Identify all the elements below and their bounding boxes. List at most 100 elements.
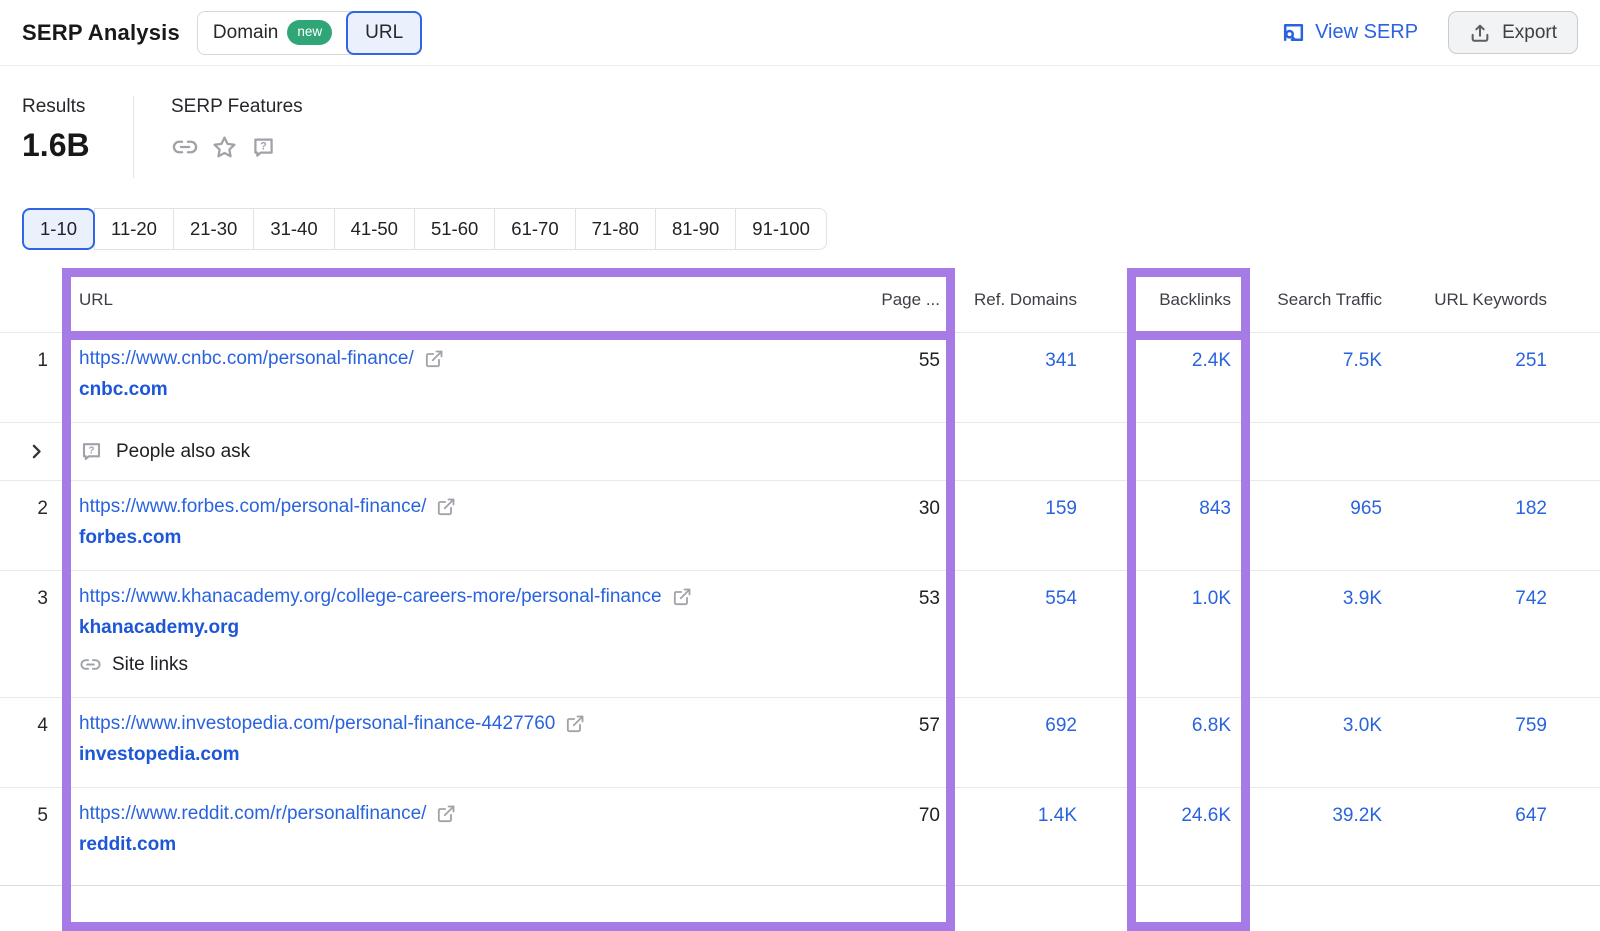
pagination-51-60[interactable]: 51-60 [414,208,495,250]
pagination-41-50[interactable]: 41-50 [334,208,415,250]
search-traffic-value[interactable]: 7.5K [1250,333,1382,422]
domain-toggle-label: Domain [213,22,278,44]
pagination-81-90[interactable]: 81-90 [655,208,736,250]
url-toggle-label: URL [365,22,403,44]
external-link-icon[interactable] [565,714,585,734]
view-serp-link[interactable]: View SERP [1281,20,1418,45]
ref-domains-value[interactable]: 554 [955,571,1077,697]
serp-analysis-page: SERP Analysis Domain new URL View SERP [0,0,1600,894]
result-url-link[interactable]: https://www.reddit.com/r/personalfinance… [79,803,426,825]
table-row: 5 https://www.reddit.com/r/personalfinan… [0,787,1600,886]
url-keywords-value[interactable]: 759 [1382,698,1547,787]
domain-url-toggle: Domain new URL [197,11,422,55]
result-domain-link[interactable]: forbes.com [79,527,181,549]
result-domain-link[interactable]: cnbc.com [79,379,168,401]
people-also-ask-icon: ? [250,134,277,161]
summary-divider [133,96,134,178]
people-also-ask-icon: ? [79,439,104,464]
rank-number: 1 [0,333,62,422]
export-button[interactable]: Export [1448,11,1578,54]
column-header-ref-domains[interactable]: Ref. Domains [955,290,1077,310]
column-header-search-traffic[interactable]: Search Traffic [1250,290,1382,310]
url-keywords-value[interactable]: 182 [1382,481,1547,570]
external-link-icon[interactable] [424,349,444,369]
table-row: 3 https://www.khanacademy.org/college-ca… [0,570,1600,697]
svg-text:?: ? [260,140,267,152]
result-domain-link[interactable]: investopedia.com [79,744,240,766]
ref-domains-value[interactable]: 1.4K [955,788,1077,885]
new-badge: new [287,20,332,45]
rank-number: 3 [0,571,62,697]
external-link-icon[interactable] [672,587,692,607]
summary-section: Results 1.6B SERP Features ? [0,66,1600,208]
result-url-link[interactable]: https://www.cnbc.com/personal-finance/ [79,348,414,370]
url-toggle-button[interactable]: URL [346,11,422,55]
result-url-link[interactable]: https://www.investopedia.com/personal-fi… [79,713,555,735]
svg-text:?: ? [88,445,94,456]
backlinks-value[interactable]: 6.8K [1077,698,1250,787]
rank-number: 4 [0,698,62,787]
pagination-31-40[interactable]: 31-40 [253,208,334,250]
column-header-url[interactable]: URL [62,290,770,310]
page-title: SERP Analysis [22,20,180,46]
view-serp-label: View SERP [1315,21,1418,44]
page-value: 57 [770,698,955,787]
ref-domains-value[interactable]: 159 [955,481,1077,570]
page-value: 55 [770,333,955,422]
pagination-91-100[interactable]: 91-100 [735,208,827,250]
sitelinks-icon [171,133,199,161]
external-link-icon[interactable] [436,497,456,517]
table-row: 2 https://www.forbes.com/personal-financ… [0,480,1600,570]
domain-toggle-button[interactable]: Domain new [198,12,347,54]
serp-feature-label: Site links [112,654,188,676]
serp-feature-row: ? People also ask [0,422,1600,480]
backlinks-value[interactable]: 1.0K [1077,571,1250,697]
serp-preview-icon [1281,20,1306,45]
result-domain-link[interactable]: reddit.com [79,834,176,856]
page-value: 70 [770,788,955,885]
search-traffic-value[interactable]: 965 [1250,481,1382,570]
ref-domains-value[interactable]: 341 [955,333,1077,422]
search-traffic-value[interactable]: 3.9K [1250,571,1382,697]
pagination-21-30[interactable]: 21-30 [173,208,254,250]
upload-icon [1469,22,1491,44]
result-domain-link[interactable]: khanacademy.org [79,617,239,639]
column-header-page[interactable]: Page ... [770,290,955,310]
result-url-link[interactable]: https://www.forbes.com/personal-finance/ [79,496,426,518]
table-row: 1 https://www.cnbc.com/personal-finance/… [0,332,1600,422]
backlinks-value[interactable]: 843 [1077,481,1250,570]
results-label: Results [22,96,133,118]
header-bar: SERP Analysis Domain new URL View SERP [0,0,1600,66]
table-row: 4 https://www.investopedia.com/personal-… [0,697,1600,787]
column-header-url-keywords[interactable]: URL Keywords [1382,290,1547,310]
sitelinks-icon [79,653,102,676]
column-header-backlinks[interactable]: Backlinks [1077,290,1250,310]
pagination-1-10[interactable]: 1-10 [22,208,95,250]
page-value: 53 [770,571,955,697]
backlinks-value[interactable]: 24.6K [1077,788,1250,885]
ref-domains-value[interactable]: 692 [955,698,1077,787]
pagination: 1-10 11-20 21-30 31-40 41-50 51-60 61-70… [22,208,827,250]
url-keywords-value[interactable]: 647 [1382,788,1547,885]
table-header-row: URL Page ... Ref. Domains Backlinks Sear… [0,268,1600,332]
search-traffic-value[interactable]: 39.2K [1250,788,1382,885]
rank-number: 5 [0,788,62,885]
page-value: 30 [770,481,955,570]
header-actions: View SERP Export [1281,11,1578,54]
star-icon [211,134,238,161]
results-block: Results 1.6B [22,96,133,208]
url-keywords-value[interactable]: 742 [1382,571,1547,697]
pagination-61-70[interactable]: 61-70 [494,208,575,250]
url-keywords-value[interactable]: 251 [1382,333,1547,422]
export-label: Export [1502,22,1557,44]
backlinks-value[interactable]: 2.4K [1077,333,1250,422]
external-link-icon[interactable] [436,804,456,824]
serp-features-icons: ? [171,133,303,161]
expand-chevron-icon[interactable] [0,441,62,462]
rank-number: 2 [0,481,62,570]
pagination-11-20[interactable]: 11-20 [94,208,174,250]
serp-results-table: URL Page ... Ref. Domains Backlinks Sear… [0,268,1600,886]
search-traffic-value[interactable]: 3.0K [1250,698,1382,787]
pagination-71-80[interactable]: 71-80 [575,208,656,250]
result-url-link[interactable]: https://www.khanacademy.org/college-care… [79,586,662,608]
